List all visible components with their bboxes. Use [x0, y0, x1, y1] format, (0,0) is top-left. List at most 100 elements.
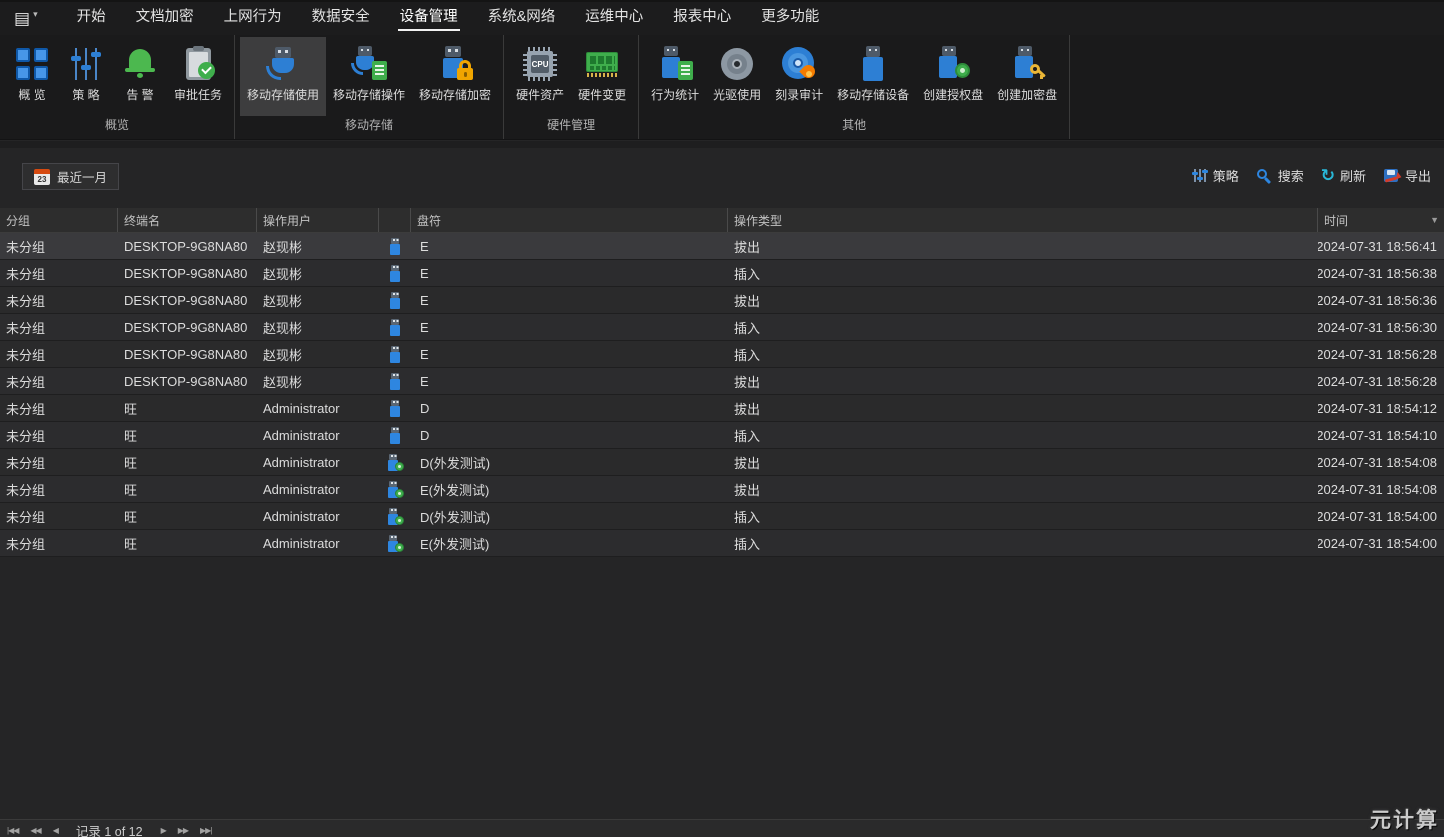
cell-user: Administrator — [257, 422, 379, 448]
ribbon-button-label: 硬件资产 — [516, 86, 564, 103]
cell-time: 2024-07-31 18:54:00 — [1318, 503, 1444, 529]
app-menu-button[interactable]: ▤ ▾ — [14, 9, 38, 29]
table-row[interactable]: 未分组DESKTOP-9G8NA80赵现彬E插入2024-07-31 18:56… — [0, 314, 1444, 341]
cell-group: 未分组 — [0, 287, 118, 313]
menu-tab-5[interactable]: 设备管理 — [385, 2, 473, 35]
column-header-label: 时间 — [1324, 212, 1348, 229]
refresh-button[interactable]: ↻刷新 — [1321, 166, 1366, 185]
ribbon-button-cpu[interactable]: CPU硬件资产 — [509, 37, 571, 116]
menu-tab-6[interactable]: 系统&网络 — [473, 2, 571, 35]
cell-time: 2024-07-31 18:54:08 — [1318, 476, 1444, 502]
ribbon-button-usb-lock[interactable]: 移动存储加密 — [412, 37, 498, 116]
sliders-sm-button[interactable]: 策略 — [1191, 166, 1239, 185]
search-icon — [1256, 168, 1273, 184]
menu-tab-1[interactable]: 开始 — [62, 2, 121, 35]
action-label: 策略 — [1213, 166, 1239, 185]
usb-icon — [387, 426, 404, 445]
table-row[interactable]: 未分组DESKTOP-9G8NA80赵现彬E拔出2024-07-31 18:56… — [0, 287, 1444, 314]
ribbon-button-bell[interactable]: 告 警 — [113, 37, 167, 116]
usb-icon — [387, 318, 404, 337]
export-button[interactable]: 导出 — [1383, 166, 1431, 185]
column-header-label: 终端名 — [124, 212, 160, 229]
export-icon — [1383, 168, 1400, 184]
cell-terminal: DESKTOP-9G8NA80 — [118, 287, 257, 313]
ribbon-button-usb-auth[interactable]: 创建授权盘 — [916, 37, 990, 116]
cell-user: Administrator — [257, 395, 379, 421]
menu-tab-7[interactable]: 运维中心 — [570, 2, 658, 35]
pager-prev-page-button[interactable]: ◀◀ — [30, 826, 40, 835]
pager-first-button[interactable]: |◀◀ — [7, 826, 18, 835]
menu-tab-3[interactable]: 上网行为 — [209, 2, 297, 35]
table-row[interactable]: 未分组DESKTOP-9G8NA80赵现彬E拔出2024-07-31 18:56… — [0, 368, 1444, 395]
column-header-操作用户[interactable]: 操作用户 — [257, 208, 379, 232]
cell-terminal: 旺 — [118, 422, 257, 448]
table-row[interactable]: 未分组旺AdministratorE(外发测试)插入2024-07-31 18:… — [0, 530, 1444, 557]
table-row[interactable]: 未分组DESKTOP-9G8NA80赵现彬E插入2024-07-31 18:56… — [0, 341, 1444, 368]
ribbon-button-dashboard[interactable]: 概 览 — [5, 37, 59, 116]
cell-time: 2024-07-31 18:54:10 — [1318, 422, 1444, 448]
pager-next-button[interactable]: ▶ — [161, 826, 166, 835]
cell-time: 2024-07-31 18:56:36 — [1318, 287, 1444, 313]
cell-user: 赵现彬 — [257, 314, 379, 340]
table-row[interactable]: 未分组旺AdministratorD插入2024-07-31 18:54:10 — [0, 422, 1444, 449]
column-header-终端名[interactable]: 终端名 — [118, 208, 257, 232]
cell-time: 2024-07-31 18:54:12 — [1318, 395, 1444, 421]
ribbon-button-label: 概 览 — [18, 86, 45, 103]
ribbon-button-label: 移动存储设备 — [837, 86, 909, 103]
ribbon-group: 移动存储使用移动存储操作移动存储加密移动存储 — [235, 35, 504, 139]
ribbon-button-usb-dev[interactable]: 移动存储设备 — [830, 37, 916, 116]
ribbon-group-label: 移动存储 — [238, 116, 500, 139]
ribbon-button-label: 审批任务 — [174, 86, 222, 103]
pager-last-button[interactable]: ▶▶| — [200, 826, 211, 835]
search-button[interactable]: 搜索 — [1256, 166, 1304, 185]
column-header-时间[interactable]: 时间 ▼ — [1318, 208, 1444, 232]
table-row[interactable]: 未分组旺AdministratorD拔出2024-07-31 18:54:12 — [0, 395, 1444, 422]
menu-tab-8[interactable]: 报表中心 — [658, 2, 746, 35]
ribbon-button-disc-burn[interactable]: 刻录审计 — [768, 37, 830, 116]
column-header-label: 盘符 — [417, 212, 441, 229]
ribbon-button-usb-stats[interactable]: 行为统计 — [644, 37, 706, 116]
cell-drive: E — [411, 341, 728, 367]
menu-tab-9[interactable]: 更多功能 — [746, 2, 834, 35]
table-row[interactable]: 未分组旺AdministratorE(外发测试)拔出2024-07-31 18:… — [0, 476, 1444, 503]
table-row[interactable]: 未分组旺AdministratorD(外发测试)插入2024-07-31 18:… — [0, 503, 1444, 530]
sliders-icon — [66, 44, 106, 84]
column-header-label: 分组 — [6, 212, 30, 229]
column-header-盘符[interactable]: 盘符 — [411, 208, 728, 232]
menu-tab-2[interactable]: 文档加密 — [121, 2, 209, 35]
clipboard-icon — [178, 44, 218, 84]
column-header-操作类型[interactable]: 操作类型 — [728, 208, 1318, 232]
usb-icon — [387, 237, 404, 256]
ribbon-button-ram[interactable]: 硬件变更 — [571, 37, 633, 116]
column-header-分组[interactable]: 分组 — [0, 208, 118, 232]
cell-terminal: 旺 — [118, 476, 257, 502]
ribbon-button-usb-use[interactable]: 移动存储使用 — [240, 37, 326, 116]
ribbon-button-label: 光驱使用 — [713, 86, 761, 103]
cell-device-icon — [379, 476, 411, 502]
ribbon-buttons-row: 行为统计光驱使用刻录审计移动存储设备创建授权盘创建加密盘 — [642, 35, 1066, 116]
pager-next-page-button[interactable]: ▶▶ — [178, 826, 188, 835]
ribbon-group-label: 概览 — [3, 116, 231, 139]
table-row[interactable]: 未分组DESKTOP-9G8NA80赵现彬E插入2024-07-31 18:56… — [0, 260, 1444, 287]
app-icon: ▤ — [14, 9, 30, 29]
cell-terminal: DESKTOP-9G8NA80 — [118, 233, 257, 259]
sort-desc-icon: ▼ — [1430, 215, 1439, 225]
cell-user: 赵现彬 — [257, 341, 379, 367]
column-header-icon[interactable] — [379, 208, 411, 232]
ribbon-button-usb-ops[interactable]: 移动存储操作 — [326, 37, 412, 116]
cell-device-icon — [379, 422, 411, 448]
table-row[interactable]: 未分组DESKTOP-9G8NA80赵现彬E拔出2024-07-31 18:56… — [0, 233, 1444, 260]
ribbon-button-sliders[interactable]: 策 略 — [59, 37, 113, 116]
ribbon-button-clipboard[interactable]: 审批任务 — [167, 37, 229, 116]
menu-tab-4[interactable]: 数据安全 — [297, 2, 385, 35]
date-range-button[interactable]: 23 最近一月 — [22, 163, 119, 190]
usb-use-icon — [263, 44, 303, 84]
ribbon-button-usb-key[interactable]: 创建加密盘 — [990, 37, 1064, 116]
cell-action: 拔出 — [728, 233, 1318, 259]
pager-prev-button[interactable]: ◀ — [53, 826, 58, 835]
ribbon-button-label: 移动存储操作 — [333, 86, 405, 103]
ribbon-button-disc[interactable]: 光驱使用 — [706, 37, 768, 116]
table-row[interactable]: 未分组旺AdministratorD(外发测试)拔出2024-07-31 18:… — [0, 449, 1444, 476]
chevron-down-icon: ▾ — [33, 9, 38, 20]
usb-auth-icon — [933, 44, 973, 84]
